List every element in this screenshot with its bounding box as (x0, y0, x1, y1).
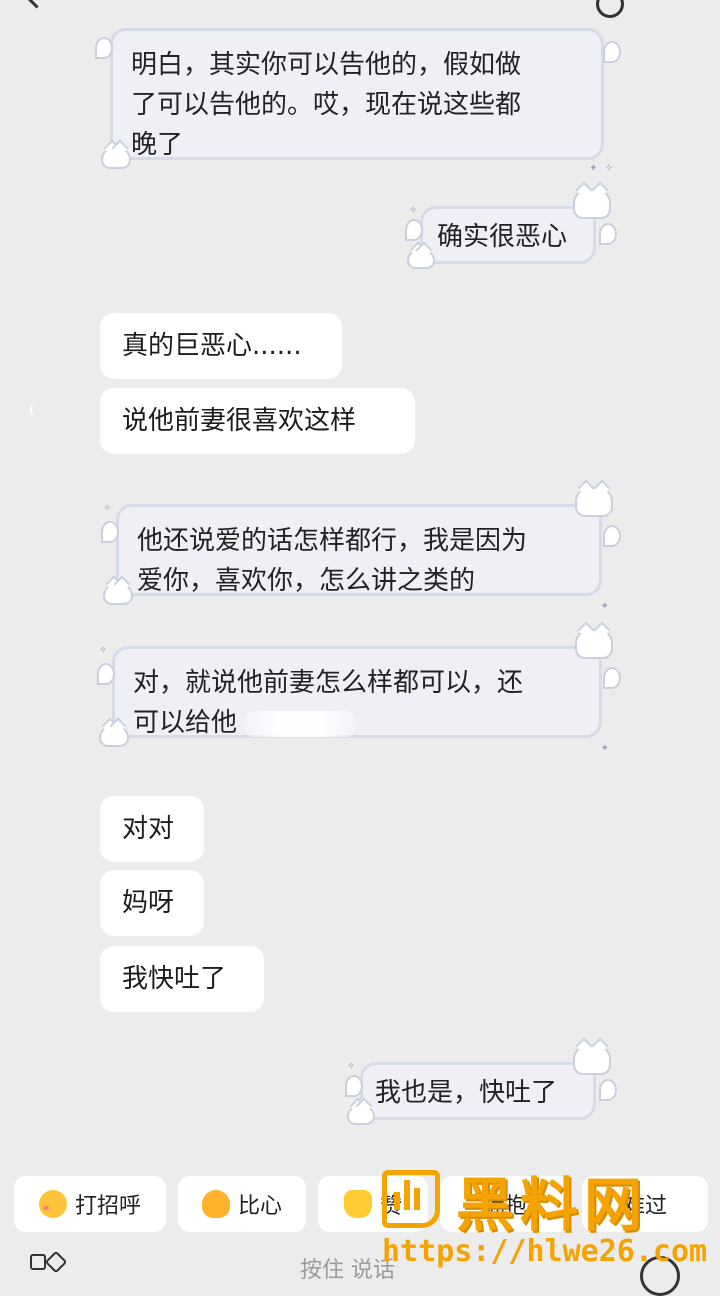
message-text-line: 对，就说他前妻怎么样都可以，还 (133, 668, 524, 698)
message-bubble[interactable]: 确实很恶心 ✧ (405, 189, 617, 269)
more-apps-icon[interactable] (30, 1250, 68, 1274)
top-bar (0, 0, 720, 18)
message-text-line: 爱你，喜欢你，怎么讲之类的 (137, 566, 476, 596)
message-text: 我快吐了 (122, 964, 227, 994)
quick-reply-heart[interactable]: 比心 (178, 1176, 306, 1232)
voice-input-label: 按住 说话 (300, 1258, 395, 1283)
message-text: 确实很恶心 (437, 222, 568, 252)
quick-reply-thumb[interactable]: 赞 (318, 1176, 428, 1232)
quick-reply-bar: 打招呼 比心 赞 拥抱 难过 (0, 1176, 720, 1232)
smile-emoji-icon (38, 1190, 67, 1218)
message-bubble[interactable]: 我快吐了 (100, 946, 264, 1012)
cat-decoration-icon (103, 583, 133, 605)
thumbs-up-emoji-icon (343, 1190, 372, 1218)
cat-decoration-icon (573, 189, 611, 219)
message-bubble[interactable]: 妈呀 (100, 870, 204, 936)
message-text: 妈呀 (122, 888, 175, 918)
quick-reply-label: 打招呼 (74, 1194, 141, 1219)
input-bar: 按住 说话 (0, 1246, 720, 1296)
message-text-line: 明白，其实你可以告他的，假如做 (131, 50, 522, 80)
cat-decoration-icon (575, 487, 613, 517)
leaf-decoration-icon (603, 667, 621, 689)
leaf-decoration-icon (97, 663, 115, 685)
quick-reply-greet[interactable]: 打招呼 (14, 1176, 166, 1232)
message-text-line: 了可以告他的。哎，现在说这些都 (131, 90, 522, 120)
leaf-decoration-icon (101, 521, 119, 543)
duck-emoji-icon (201, 1190, 230, 1218)
quick-reply-label: 难过 (622, 1194, 667, 1219)
leaf-decoration-icon (603, 525, 621, 547)
quick-reply-label: 比心 (237, 1194, 282, 1219)
message-bubble[interactable]: 真的巨恶心...... (100, 313, 342, 379)
quick-reply-hug[interactable]: 拥抱 (440, 1176, 570, 1232)
message-bubble[interactable]: 对，就说他前妻怎么样都可以，还 可以给他 ✧ ✦ (97, 629, 621, 754)
message-text: 对对 (122, 814, 175, 844)
message-text: 我也是，快吐了 (375, 1078, 558, 1108)
quick-reply-sad[interactable]: 难过 (582, 1176, 708, 1232)
quote-mark (30, 404, 40, 416)
message-bubble[interactable]: 说他前妻很喜欢这样 (100, 388, 415, 454)
more-icon[interactable] (596, 0, 624, 18)
message-text: 真的巨恶心...... (122, 331, 302, 361)
back-icon[interactable] (24, 0, 49, 9)
message-bubble[interactable]: 明白，其实你可以告他的，假如做 了可以告他的。哎，现在说这些都 晚了 ✦ ✧ (95, 28, 621, 174)
cat-decoration-icon (99, 725, 129, 747)
cat-decoration-icon (101, 147, 131, 169)
cat-decoration-icon (347, 1105, 375, 1125)
sparkle-decoration-icon: ✦ (600, 743, 611, 754)
message-bubble[interactable]: 他还说爱的话怎样都行，我是因为 爱你，喜欢你，怎么讲之类的 ✧ ✦ (101, 487, 621, 612)
leaf-decoration-icon (345, 1075, 363, 1097)
leaf-decoration-icon (603, 41, 621, 63)
message-bubble[interactable]: 对对 (100, 796, 204, 862)
emoji-icon[interactable] (640, 1256, 680, 1296)
leaf-decoration-icon (95, 37, 113, 59)
cat-decoration-icon (407, 249, 435, 269)
quick-reply-label: 赞 (379, 1194, 402, 1219)
leaf-decoration-icon (599, 223, 617, 245)
message-text-line: 晚了 (131, 130, 184, 160)
message-text-line: 可以给他 (133, 708, 238, 738)
message-bubble[interactable]: 我也是，快吐了 ✧ (345, 1045, 617, 1125)
leaf-decoration-icon (599, 1079, 617, 1101)
cat-decoration-icon (573, 1045, 611, 1075)
message-text: 说他前妻很喜欢这样 (122, 406, 357, 436)
cat-decoration-icon (575, 629, 613, 659)
quick-reply-label: 拥抱 (482, 1194, 527, 1219)
blurred-text (245, 710, 356, 737)
sparkle-decoration-icon: ✧ (409, 205, 420, 216)
message-text-line: 他还说爱的话怎样都行，我是因为 (137, 526, 528, 556)
voice-input-button[interactable]: 按住 说话 (200, 1246, 540, 1283)
